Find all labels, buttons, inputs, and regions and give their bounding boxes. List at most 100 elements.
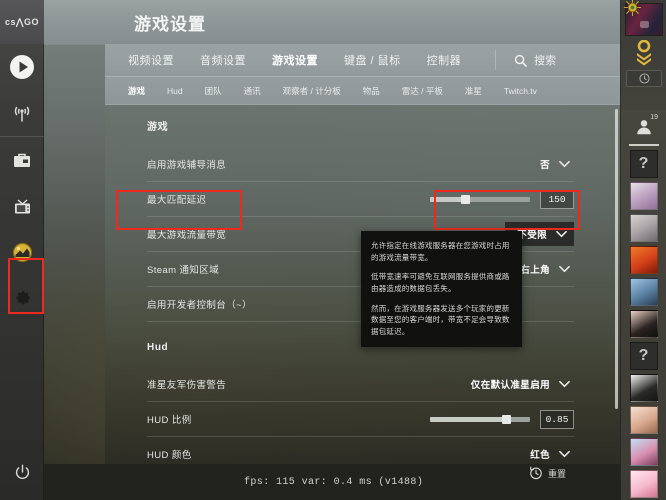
row-label-max-bandwidth: 最大游戏流量带宽 [147, 230, 227, 241]
play-icon [10, 55, 34, 79]
tab-communication[interactable]: 通讯 [244, 85, 261, 97]
chevron-down-icon [556, 230, 567, 238]
tab-video-settings[interactable]: 视频设置 [128, 52, 174, 68]
window-header: 游戏设置 [44, 0, 620, 44]
reset-button[interactable]: 重置 [529, 466, 566, 480]
power-icon [15, 464, 29, 479]
profile-summary [621, 0, 666, 110]
row-hud-scale: HUD 比例 0.85 [147, 401, 574, 436]
logo-text-left: cs [5, 16, 17, 27]
avatar[interactable] [629, 406, 658, 434]
status-bar: fps: 115 var: 0.4 ms (v1488) 重置 [44, 464, 620, 500]
secondary-tabbar: 游戏 Hud 团队 通讯 观察者 / 计分板 物品 雷达 / 平板 准星 Twi… [105, 77, 620, 105]
row-label: 启用游戏辅导消息 [147, 159, 227, 171]
avatar[interactable] [629, 310, 658, 338]
content-scrollbar[interactable] [615, 109, 618, 409]
left-navigation-rail: cs⋀GO [0, 0, 44, 500]
chevron-down-icon [559, 160, 570, 167]
tooltip-paragraph: 允许指定在线游戏服务器在您游戏时占用的游戏流量带宽。 [371, 241, 510, 262]
dropdown-crosshair-ff-warning[interactable]: 仅在默认准星启用 [463, 374, 574, 394]
section-title-game: 游戏 [147, 122, 169, 133]
chevron-down-icon [559, 450, 570, 458]
logo-text-right: GO [23, 16, 39, 27]
avatar[interactable] [629, 182, 658, 210]
right-friends-rail: 19 ? ? [620, 0, 666, 500]
watch-broadcast-icon [14, 106, 30, 122]
rank-medal-icon [12, 242, 32, 262]
row-crosshair-ff-warning: 准星友军伤害警告 仅在默认准星启用 [147, 366, 574, 401]
slider-max-acceptable-ping[interactable] [430, 194, 530, 204]
tab-keyboard-mouse[interactable]: 键盘 / 鼠标 [344, 52, 401, 68]
tab-spectator-score[interactable]: 观察者 / 计分板 [283, 85, 341, 97]
tab-game[interactable]: 游戏 [128, 85, 145, 97]
avatar[interactable] [629, 470, 658, 498]
tab-items[interactable]: 物品 [363, 85, 380, 97]
dropdown-value: 否 [540, 159, 550, 171]
chevron-down-icon [559, 380, 570, 387]
reset-label: 重置 [547, 468, 566, 479]
dropdown-value: 右上角 [520, 265, 550, 276]
medal-icon [623, 0, 642, 17]
row-label: HUD 颜色 [147, 450, 192, 461]
csgo-logo: cs⋀GO [0, 0, 44, 44]
avatar[interactable]: ? [629, 150, 658, 178]
friends-count: 19 [650, 114, 658, 121]
clock-reset-icon [530, 466, 542, 480]
tab-radar-tablet[interactable]: 雷达 / 平板 [402, 85, 443, 97]
tab-twitch[interactable]: Twitch.tv [504, 86, 537, 96]
dropdown-value: 红色 [530, 450, 550, 461]
dropdown-hud-color[interactable]: 红色 [522, 444, 574, 464]
friends-avatar-list: ? ? [621, 150, 666, 500]
dropdown-coaching-messages[interactable]: 否 [532, 154, 574, 174]
sidebar-item-watch[interactable] [0, 90, 44, 136]
value-max-acceptable-ping[interactable]: 150 [540, 189, 574, 209]
page-title: 游戏设置 [134, 14, 206, 34]
avatar[interactable]: ? [629, 342, 658, 370]
avatar[interactable] [629, 214, 658, 242]
tab-game-settings[interactable]: 游戏设置 [272, 52, 318, 68]
sidebar-item-rank[interactable] [0, 229, 44, 275]
settings-gear-icon [16, 291, 30, 305]
row-hud-color: HUD 颜色 红色 [147, 436, 574, 464]
sidebar-item-power[interactable] [0, 452, 44, 492]
row-coaching-messages: 启用游戏辅导消息 否 [147, 146, 574, 181]
chevron-down-icon [559, 265, 570, 273]
search-icon [515, 54, 528, 67]
friends-count-row[interactable]: 19 [621, 110, 666, 144]
primary-tabbar: 视频设置 音频设置 游戏设置 键盘 / 鼠标 控制器 搜索 [105, 44, 620, 77]
slider-hud-scale[interactable] [430, 414, 530, 424]
clock-icon [638, 73, 650, 84]
csgo-settings-window: cs⋀GO 19 ? ? 游戏设置 视频设置 音频设置 游戏设置 键盘 / 鼠标… [0, 0, 666, 500]
row-label: Steam 通知区域 [147, 265, 220, 276]
search-label: 搜索 [534, 55, 557, 67]
playtime-badge [626, 70, 662, 87]
tooltip-paragraph: 然而，在游戏服务器发送多个玩家的更新数据至您的客户端时，带宽不足会导致数据包延迟… [371, 303, 510, 336]
row-max-acceptable-ping: 最大匹配延迟 150 [147, 181, 574, 216]
inventory-briefcase-icon [14, 153, 30, 167]
tab-audio-settings[interactable]: 音频设置 [200, 52, 246, 68]
avatar[interactable] [629, 246, 658, 274]
avatar[interactable] [629, 374, 658, 402]
tv-icon [14, 198, 30, 213]
sidebar-item-play[interactable] [0, 44, 44, 90]
bandwidth-tooltip: 允许指定在线游戏服务器在您游戏时占用的游戏流量带宽。 低带宽速率可避免互联网服务… [361, 231, 522, 348]
rail-items [0, 44, 44, 321]
row-label: 准星友军伤害警告 [147, 379, 227, 391]
rank-chevrons-icon [637, 40, 651, 66]
tab-crosshair[interactable]: 准星 [465, 85, 482, 97]
search-box[interactable]: 搜索 [495, 50, 556, 70]
avatar[interactable] [629, 438, 658, 466]
tab-team[interactable]: 团队 [205, 85, 222, 97]
row-label: HUD 比例 [147, 415, 192, 426]
row-label: 最大匹配延迟 [147, 195, 207, 206]
sidebar-item-tv[interactable] [0, 183, 44, 229]
friends-divider [628, 144, 659, 146]
sidebar-item-settings[interactable] [0, 275, 44, 321]
value-hud-scale[interactable]: 0.85 [540, 409, 574, 429]
tooltip-paragraph: 低带宽速率可避免互联网服务提供商或路由器造成的数据包丢失。 [371, 272, 510, 293]
dropdown-value: 仅在默认准星启用 [470, 379, 550, 391]
tab-controller[interactable]: 控制器 [427, 52, 462, 68]
tab-hud[interactable]: Hud [167, 86, 183, 96]
sidebar-item-inventory[interactable] [0, 137, 44, 183]
avatar[interactable] [629, 278, 658, 306]
